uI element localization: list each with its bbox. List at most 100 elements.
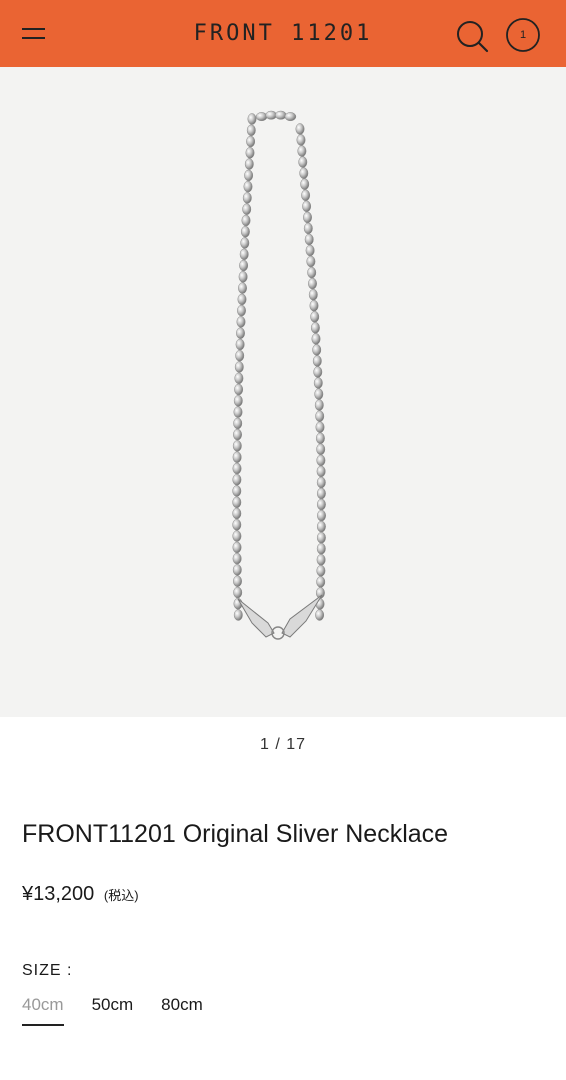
necklace-bead — [306, 255, 316, 268]
necklace-bead — [233, 395, 243, 407]
necklace-bead — [303, 222, 313, 235]
necklace-bead — [305, 244, 315, 257]
necklace-bead — [316, 554, 326, 566]
necklace-bead — [235, 338, 245, 351]
necklace-bead — [315, 609, 325, 621]
necklace-bead — [236, 327, 245, 339]
necklace-bead — [316, 576, 326, 588]
necklace-image — [232, 110, 326, 640]
necklace-bead — [295, 123, 305, 135]
size-selector: 40cm 50cm 80cm — [22, 994, 203, 1026]
necklace-bead — [232, 519, 242, 531]
necklace-bead — [308, 288, 318, 301]
necklace-bead — [239, 248, 249, 261]
necklace-bead — [243, 180, 253, 193]
necklace-bead — [232, 462, 242, 475]
necklace-bead — [240, 225, 250, 238]
necklace-bead — [309, 299, 319, 312]
necklace-bead — [316, 454, 326, 467]
necklace-bead — [232, 530, 242, 542]
necklace-bead — [302, 200, 312, 213]
necklace-bead — [244, 169, 254, 182]
cart-button[interactable]: 1 — [503, 16, 543, 56]
necklace-bead — [244, 158, 254, 170]
necklace-bead — [233, 406, 243, 418]
necklace-bead — [240, 237, 250, 249]
necklace-bead — [275, 110, 287, 120]
size-option-80cm[interactable]: 80cm — [161, 994, 203, 1026]
product-title: FRONT11201 Original Sliver Necklace — [22, 820, 449, 848]
necklace-bead — [313, 366, 323, 378]
necklace-bead — [303, 211, 312, 224]
necklace-bead — [301, 189, 311, 202]
necklace-bead — [236, 316, 246, 328]
necklace-bead — [232, 552, 242, 565]
necklace-bead — [239, 259, 249, 272]
necklace-bead — [316, 487, 326, 500]
cart-count-badge: 1 — [519, 29, 527, 41]
necklace-bead — [317, 509, 326, 522]
search-icon[interactable] — [452, 16, 492, 56]
necklace-bead — [316, 476, 326, 489]
necklace-bead — [298, 156, 308, 168]
necklace-bead — [241, 214, 251, 227]
necklace-bead — [233, 609, 243, 621]
necklace-bead — [232, 564, 242, 576]
necklace-bead — [316, 443, 326, 456]
necklace-bead — [232, 440, 242, 452]
necklace-bead — [307, 266, 317, 279]
necklace-bead — [238, 271, 248, 283]
necklace-bead — [246, 135, 256, 148]
necklace-bead — [313, 377, 323, 389]
necklace-bead — [234, 361, 244, 373]
size-option-50cm[interactable]: 50cm — [92, 994, 134, 1026]
necklace-bead — [233, 575, 242, 587]
necklace-bead — [296, 134, 306, 146]
necklace-bead — [242, 203, 252, 215]
necklace-bead — [232, 507, 242, 520]
necklace-bead — [304, 233, 314, 246]
necklace-bead — [233, 428, 242, 441]
necklace-bead — [284, 112, 297, 122]
necklace-bead — [247, 113, 257, 125]
necklace-bead — [310, 322, 320, 334]
necklace-bead — [297, 145, 307, 157]
necklace-bead — [315, 432, 325, 445]
necklace-bead — [299, 167, 309, 179]
necklace-bead — [245, 147, 255, 159]
necklace-bead — [255, 112, 268, 122]
necklace-bead — [232, 473, 242, 486]
necklace-bead — [316, 520, 326, 533]
necklace-bead — [235, 349, 245, 362]
necklace-bead — [232, 541, 242, 554]
product-image[interactable] — [0, 67, 566, 717]
necklace-bead — [316, 531, 326, 544]
necklace-bead — [311, 333, 321, 345]
necklace-bead — [314, 399, 324, 411]
necklace-bead — [242, 192, 252, 204]
necklace-bead — [234, 372, 244, 385]
necklace-bead — [316, 498, 326, 511]
size-label: SIZE : — [22, 962, 73, 979]
necklace-bead — [315, 421, 325, 433]
necklace-bead — [234, 383, 244, 396]
necklace-bead — [232, 451, 242, 463]
necklace-clasp — [237, 594, 323, 638]
necklace-bead — [316, 542, 326, 555]
size-option-40cm[interactable]: 40cm — [22, 994, 64, 1026]
necklace-bead — [238, 282, 247, 294]
necklace-bead — [310, 311, 320, 323]
product-price: ¥13,200 (税込) — [22, 880, 139, 910]
necklace-bead — [246, 124, 256, 137]
tax-note: (税込) — [103, 888, 139, 903]
gallery-pager: 1 / 17 — [259, 736, 307, 753]
necklace-bead — [237, 304, 246, 317]
necklace-bead — [308, 277, 317, 290]
necklace-bead — [232, 496, 242, 509]
price-value: ¥13,200 — [22, 883, 95, 905]
necklace-bead — [300, 178, 310, 190]
necklace-bead — [233, 586, 243, 599]
necklace-bead — [232, 485, 242, 497]
necklace-bead — [315, 410, 325, 422]
necklace-bead — [312, 355, 322, 367]
